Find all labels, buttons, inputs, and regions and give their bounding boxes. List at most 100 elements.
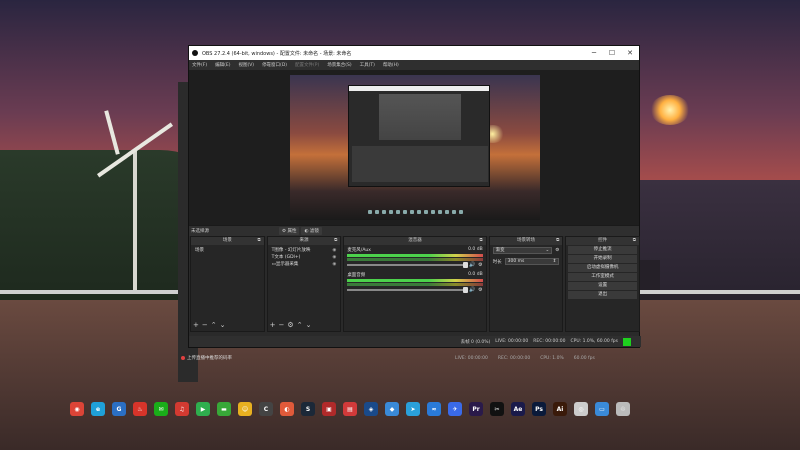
app9-icon[interactable]: ◈ bbox=[364, 402, 378, 416]
minimize-button[interactable]: ─ bbox=[585, 49, 603, 57]
sources-footer: + − ⚙ ⌃ ⌄ bbox=[270, 321, 312, 329]
volume-slider[interactable] bbox=[347, 287, 468, 293]
app1-icon[interactable]: G bbox=[112, 402, 126, 416]
visibility-eye-icon[interactable]: ◉ bbox=[332, 254, 336, 261]
steam-icon[interactable]: S bbox=[301, 402, 315, 416]
app6-icon[interactable]: ◐ bbox=[280, 402, 294, 416]
menu-scene-collection[interactable]: 场景集合(S) bbox=[327, 62, 351, 68]
visibility-eye-icon[interactable]: ◉ bbox=[332, 247, 336, 254]
gear-icon[interactable]: ⚙ bbox=[478, 262, 482, 268]
app8-icon[interactable]: ▤ bbox=[343, 402, 357, 416]
preview-canvas[interactable] bbox=[290, 75, 540, 220]
filters-button[interactable]: ◐ 滤镜 bbox=[301, 227, 322, 235]
channel-header: 麦克风/Aux 0.0 dB bbox=[347, 247, 482, 253]
recycle-icon[interactable]: ♲ bbox=[616, 402, 630, 416]
chrome-icon[interactable]: ◉ bbox=[70, 402, 84, 416]
no-source-label: 未选择源 bbox=[191, 229, 209, 234]
menu-view[interactable]: 视图(V) bbox=[238, 62, 254, 68]
gear-icon[interactable]: ⚙ bbox=[478, 287, 482, 293]
maximize-button[interactable]: ☐ bbox=[603, 49, 621, 57]
slider-knob[interactable] bbox=[462, 262, 468, 268]
gear-icon[interactable]: ⚙ bbox=[555, 248, 559, 253]
menu-file[interactable]: 文件(F) bbox=[192, 62, 207, 68]
source-item[interactable]: ▭ 显示器采集 ◉ bbox=[270, 261, 339, 268]
filters-label: 滤镜 bbox=[309, 229, 319, 234]
speaker-icon[interactable]: 🔊 bbox=[469, 262, 475, 268]
exit-button[interactable]: 退出 bbox=[568, 291, 637, 299]
slider-knob[interactable] bbox=[462, 287, 468, 293]
app2-icon[interactable]: ♨ bbox=[133, 402, 147, 416]
preview-taskbar bbox=[290, 210, 540, 217]
volume-meter bbox=[347, 279, 483, 282]
add-icon[interactable]: + bbox=[270, 321, 276, 329]
move-up-icon[interactable]: ⌃ bbox=[211, 321, 217, 329]
app7-icon[interactable]: ▣ bbox=[322, 402, 336, 416]
menu-profile[interactable]: 配置文件(P) bbox=[295, 62, 319, 68]
speaker-icon[interactable]: 🔊 bbox=[469, 287, 475, 293]
wechat-icon[interactable]: ✉ bbox=[154, 402, 168, 416]
duration-input[interactable]: 300 ms ⇕ bbox=[504, 258, 560, 265]
preview-taskbar-icon bbox=[416, 210, 421, 214]
menu-docks[interactable]: 停靠窗口(D) bbox=[262, 62, 287, 68]
illustrator-icon[interactable]: Ai bbox=[553, 402, 567, 416]
stop-streaming-button[interactable]: 停止推流 bbox=[568, 246, 637, 254]
capcut-icon[interactable]: ✂ bbox=[490, 402, 504, 416]
close-button[interactable]: ✕ bbox=[621, 49, 639, 57]
dock-float-icon[interactable]: ⧉ bbox=[556, 237, 559, 245]
start-recording-button[interactable]: 开始录制 bbox=[568, 255, 637, 263]
app12-icon[interactable]: ✈ bbox=[448, 402, 462, 416]
volume-slider[interactable] bbox=[347, 262, 468, 268]
app11-icon[interactable]: ≈ bbox=[427, 402, 441, 416]
source-item[interactable]: T 文本 (GDI+) ◉ bbox=[270, 254, 339, 261]
remove-icon[interactable]: − bbox=[279, 321, 285, 329]
scenes-header: 场景 ⧉ bbox=[191, 237, 264, 245]
app4-icon[interactable]: ☺ bbox=[238, 402, 252, 416]
background-status-bar: LIVE: 00:00:00 REC: 00:00:00 CPU: 1.0% 6… bbox=[455, 356, 595, 361]
notification[interactable]: 上传直播中推荐的码率 bbox=[181, 355, 232, 361]
move-down-icon[interactable]: ⌄ bbox=[306, 321, 312, 329]
remove-icon[interactable]: − bbox=[202, 321, 208, 329]
app3-icon[interactable]: ▬ bbox=[217, 402, 231, 416]
dock-float-icon[interactable]: ⧉ bbox=[633, 237, 636, 245]
settings-button[interactable]: 设置 bbox=[568, 282, 637, 290]
dock-float-icon[interactable]: ⧉ bbox=[334, 237, 337, 245]
bg-rec: REC: 00:00:00 bbox=[497, 356, 531, 361]
transition-select[interactable]: 渐变 ⌄ bbox=[492, 247, 553, 254]
app13-icon[interactable]: ◎ bbox=[574, 402, 588, 416]
menu-tools[interactable]: 工具(T) bbox=[360, 62, 375, 68]
controls-title: 控件 bbox=[598, 238, 608, 243]
menu-edit[interactable]: 编辑(E) bbox=[215, 62, 230, 68]
chevron-down-icon: ⌄ bbox=[545, 248, 550, 253]
title-bar[interactable]: OBS 27.2.4 (64-bit, windows) - 配置文件: 未命名… bbox=[189, 46, 639, 60]
dock-float-icon[interactable]: ⧉ bbox=[257, 237, 260, 245]
visibility-eye-icon[interactable]: ◉ bbox=[332, 261, 336, 268]
netease-icon[interactable]: ♫ bbox=[175, 402, 189, 416]
source-label: 文本 (GDI+) bbox=[274, 255, 301, 260]
source-item[interactable]: T 图像 - 幻灯片放映 ◉ bbox=[270, 247, 339, 254]
virtual-camera-button[interactable]: 启动虚拟摄像机 bbox=[568, 264, 637, 272]
studio-mode-button[interactable]: 工作室模式 bbox=[568, 273, 637, 281]
spinner-icon[interactable]: ⇕ bbox=[553, 259, 557, 264]
dock-float-icon[interactable]: ⧉ bbox=[479, 237, 482, 245]
app14-icon[interactable]: ▭ bbox=[595, 402, 609, 416]
gear-icon[interactable]: ⚙ bbox=[287, 321, 293, 329]
app5-icon[interactable]: C bbox=[259, 402, 273, 416]
premiere-icon[interactable]: Pr bbox=[469, 402, 483, 416]
properties-button[interactable]: ⚙ 属性 bbox=[279, 227, 300, 235]
menu-help[interactable]: 帮助(H) bbox=[383, 62, 399, 68]
scene-item[interactable]: 场景 bbox=[193, 247, 262, 254]
photoshop-icon[interactable]: Ps bbox=[532, 402, 546, 416]
move-up-icon[interactable]: ⌃ bbox=[297, 321, 303, 329]
preview-taskbar-icon bbox=[451, 210, 456, 214]
add-icon[interactable]: + bbox=[193, 321, 199, 329]
aftereffects-icon[interactable]: Ae bbox=[511, 402, 525, 416]
wind-turbine-blade bbox=[104, 110, 120, 155]
play-icon[interactable]: ▶ bbox=[196, 402, 210, 416]
telegram-icon[interactable]: ➤ bbox=[406, 402, 420, 416]
move-down-icon[interactable]: ⌄ bbox=[220, 321, 226, 329]
app10-icon[interactable]: ◆ bbox=[385, 402, 399, 416]
alert-icon bbox=[181, 356, 185, 360]
edge-icon[interactable]: e bbox=[91, 402, 105, 416]
mixer-title: 混音器 bbox=[408, 238, 422, 243]
mixer-channel: 麦克风/Aux 0.0 dB 🔊 ⚙ bbox=[344, 245, 485, 270]
